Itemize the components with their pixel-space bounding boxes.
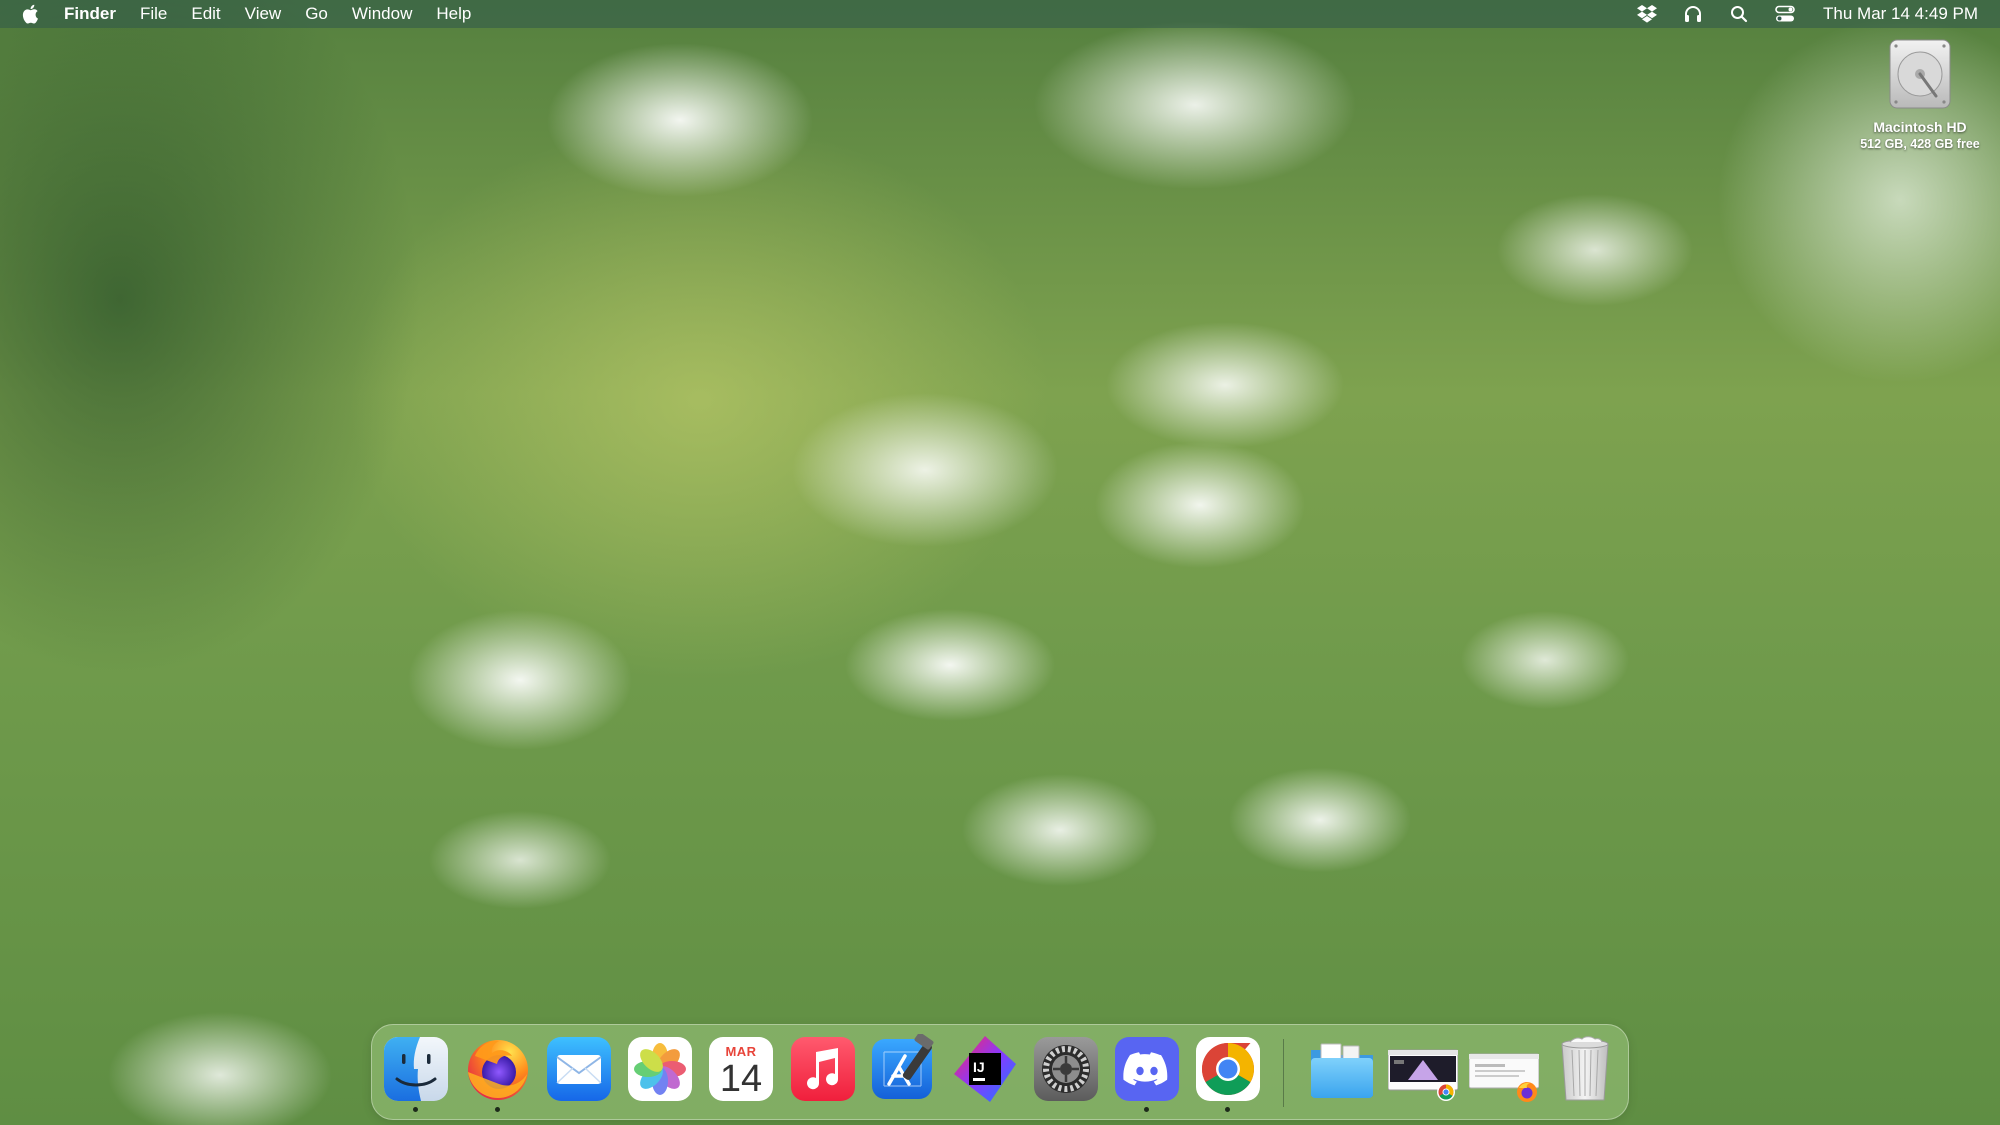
intellij-icon: IJ [954,1036,1016,1102]
running-indicator [413,1107,418,1112]
hard-drive-icon[interactable] [1886,38,1954,115]
trash-icon [1561,1036,1609,1101]
menu-clock[interactable]: Thu Mar 14 4:49 PM [1823,4,1978,24]
xcode-icon [872,1034,934,1099]
menu-app-name[interactable]: Finder [60,0,128,28]
calendar-day: 14 [719,1058,763,1100]
dock-separator [1283,1039,1284,1107]
menu-file[interactable]: File [128,0,179,28]
dock-music[interactable] [788,1034,858,1104]
music-icon [791,1037,855,1101]
disk-name: Macintosh HD [1873,119,1967,135]
dock-system-settings[interactable] [1031,1034,1101,1104]
dock-photos[interactable] [625,1034,695,1104]
dock-discord[interactable] [1112,1034,1182,1112]
dropbox-icon[interactable] [1635,2,1659,26]
headphones-icon[interactable] [1681,2,1705,26]
running-indicator [1225,1107,1230,1112]
intellij-logo-text: IJ [973,1059,985,1075]
folder-icon [1311,1043,1373,1098]
system-settings-icon [1034,1037,1098,1101]
menu-view[interactable]: View [233,0,294,28]
disk-info: 512 GB, 428 GB free [1860,137,1980,151]
running-indicator [1144,1107,1149,1112]
dock-finder[interactable] [381,1034,451,1112]
dock: MAR 14 IJ [371,1024,1629,1120]
firefox-window-thumbnail-icon [1469,1053,1539,1102]
running-indicator [495,1107,500,1112]
menu-bar: Finder File Edit View Go Window Help Thu… [0,0,2000,28]
mail-icon [547,1037,611,1101]
menu-go[interactable]: Go [293,0,340,28]
photos-icon [628,1037,692,1101]
calendar-month: MAR [725,1044,757,1059]
menu-window[interactable]: Window [340,0,424,28]
dock-chrome-window[interactable] [1388,1034,1458,1104]
dock-mail[interactable] [544,1034,614,1104]
apple-menu-icon[interactable] [0,4,60,24]
desktop-disk[interactable]: Macintosh HD 512 GB, 428 GB free [1840,38,2000,151]
dock-firefox-window[interactable] [1469,1034,1539,1104]
control-center-icon[interactable] [1773,2,1797,26]
menu-edit[interactable]: Edit [179,0,232,28]
dock-xcode[interactable] [869,1034,939,1104]
firefox-icon [468,1040,528,1100]
discord-icon [1115,1037,1179,1101]
dock-calendar[interactable]: MAR 14 [706,1034,776,1104]
dock-trash[interactable] [1550,1034,1620,1104]
finder-icon [384,1037,448,1101]
chrome-window-thumbnail-icon [1388,1049,1458,1101]
dock-downloads-folder[interactable] [1307,1034,1377,1104]
dock-firefox[interactable] [463,1034,533,1112]
menu-help[interactable]: Help [424,0,483,28]
dock-chrome[interactable] [1193,1034,1263,1112]
chrome-icon [1196,1037,1260,1101]
dock-intellij[interactable]: IJ [950,1034,1020,1104]
spotlight-search-icon[interactable] [1727,2,1751,26]
